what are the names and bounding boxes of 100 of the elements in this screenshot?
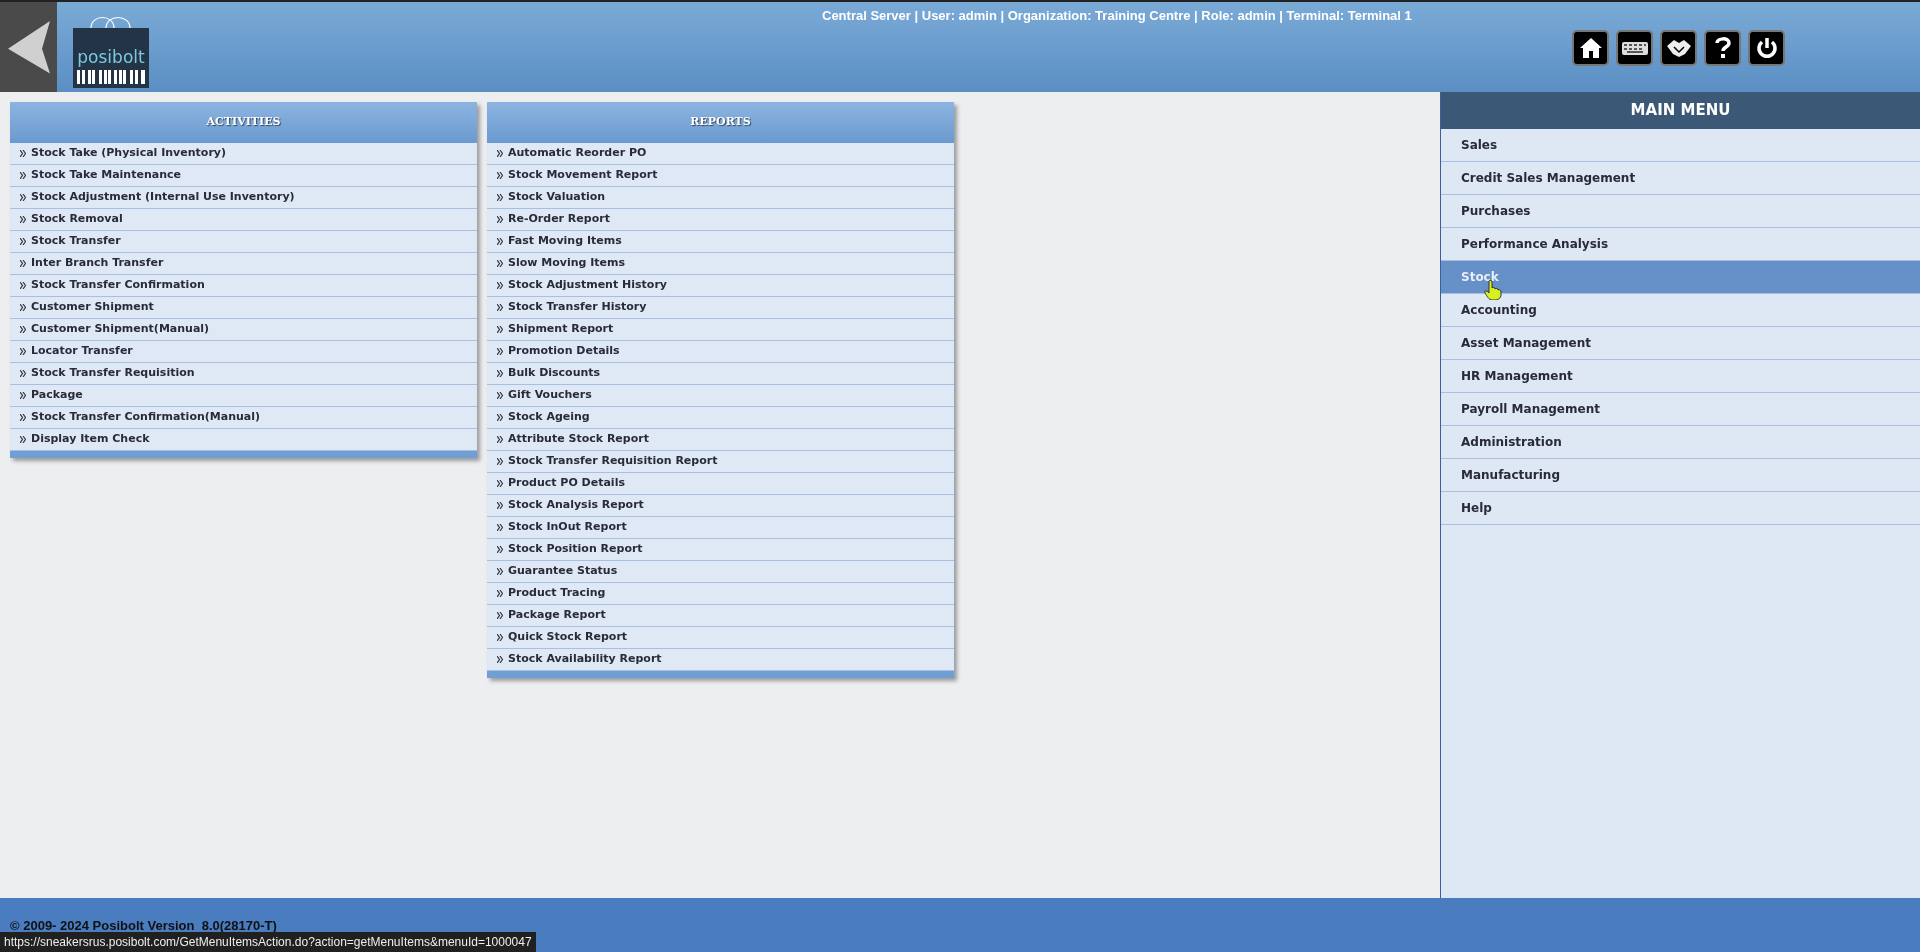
menu-link[interactable]: Display Item Check	[10, 429, 477, 451]
hand-cursor-icon	[1484, 280, 1502, 300]
double-chevron-icon	[497, 656, 503, 663]
double-chevron-icon	[20, 436, 26, 443]
double-chevron-icon	[497, 480, 503, 487]
double-chevron-icon	[497, 436, 503, 443]
double-chevron-icon	[497, 238, 503, 245]
menu-link[interactable]: Stock Transfer History	[487, 297, 954, 319]
double-chevron-icon	[497, 414, 503, 421]
menu-link[interactable]: Stock Removal	[10, 209, 477, 231]
main-menu-item[interactable]: Administration	[1441, 426, 1920, 459]
power-button[interactable]	[1748, 30, 1785, 66]
double-chevron-icon	[497, 282, 503, 289]
main-menu-item[interactable]: Credit Sales Management	[1441, 162, 1920, 195]
status-url-tooltip: https://sneakersrus.posibolt.com/GetMenuItemsAction.do?action=getMenuItems&menuId=1000047	[0, 932, 536, 952]
menu-link[interactable]: Stock Adjustment History	[487, 275, 954, 297]
double-chevron-icon	[497, 524, 503, 531]
menu-link[interactable]: Guarantee Status	[487, 561, 954, 583]
menu-link[interactable]: Stock Take Maintenance	[10, 165, 477, 187]
menu-link[interactable]: Stock Transfer	[10, 231, 477, 253]
double-chevron-icon	[497, 370, 503, 377]
menu-link[interactable]: Slow Moving Items	[487, 253, 954, 275]
double-chevron-icon	[20, 304, 26, 311]
main-menu-item[interactable]: Asset Management	[1441, 327, 1920, 360]
home-button[interactable]	[1572, 30, 1609, 66]
double-chevron-icon	[20, 348, 26, 355]
menu-link[interactable]: Inter Branch Transfer	[10, 253, 477, 275]
menu-link[interactable]: Shipment Report	[487, 319, 954, 341]
session-info: Central Server | User: admin | Organization: Training Centre | Role: admin | Terminal: Terminal 1	[822, 7, 1412, 25]
power-icon	[1754, 36, 1779, 60]
copyright-text: © 2009- 2024 Posibolt Version 8.0(28170-T)	[10, 917, 277, 935]
menu-link[interactable]: Stock Ageing	[487, 407, 954, 429]
menu-link[interactable]: Locator Transfer	[10, 341, 477, 363]
home-icon	[1578, 37, 1603, 59]
double-chevron-icon	[497, 568, 503, 575]
double-chevron-icon	[497, 216, 503, 223]
menu-link[interactable]: Stock Transfer Requisition Report	[487, 451, 954, 473]
double-chevron-icon	[20, 326, 26, 333]
menu-link[interactable]: Quick Stock Report	[487, 627, 954, 649]
menu-link[interactable]: Stock Transfer Confirmation(Manual)	[10, 407, 477, 429]
double-chevron-icon	[497, 392, 503, 399]
double-chevron-icon	[20, 260, 26, 267]
double-chevron-icon	[497, 348, 503, 355]
menu-link[interactable]: Stock Availability Report	[487, 649, 954, 671]
menu-link[interactable]: Gift Vouchers	[487, 385, 954, 407]
double-chevron-icon	[497, 260, 503, 267]
menu-link[interactable]: Customer Shipment(Manual)	[10, 319, 477, 341]
logo-text: posibolt	[77, 49, 145, 66]
double-chevron-icon	[497, 172, 503, 179]
menu-link[interactable]: Product Tracing	[487, 583, 954, 605]
double-chevron-icon	[20, 238, 26, 245]
menu-link[interactable]: Bulk Discounts	[487, 363, 954, 385]
menu-link[interactable]: Stock Valuation	[487, 187, 954, 209]
menu-link[interactable]: Stock Position Report	[487, 539, 954, 561]
menu-link[interactable]: Stock Adjustment (Internal Use Inventory)	[10, 187, 477, 209]
menu-link[interactable]: Package	[10, 385, 477, 407]
menu-link[interactable]: Package Report	[487, 605, 954, 627]
menu-link[interactable]: Stock Transfer Requisition	[10, 363, 477, 385]
double-chevron-icon	[20, 216, 26, 223]
help-icon	[1714, 36, 1731, 60]
main-menu-item[interactable]: Payroll Management	[1441, 393, 1920, 426]
handshake-button[interactable]	[1660, 30, 1697, 66]
menu-link[interactable]: Stock InOut Report	[487, 517, 954, 539]
menu-link[interactable]: Stock Transfer Confirmation	[10, 275, 477, 297]
double-chevron-icon	[20, 172, 26, 179]
menu-link[interactable]: Product PO Details	[487, 473, 954, 495]
double-chevron-icon	[20, 150, 26, 157]
barcode-icon	[77, 70, 145, 84]
main-menu-item[interactable]: Sales	[1441, 129, 1920, 162]
main-menu-item[interactable]: Help	[1441, 492, 1920, 525]
menu-link[interactable]: Re-Order Report	[487, 209, 954, 231]
double-chevron-icon	[497, 458, 503, 465]
menu-link[interactable]: Stock Movement Report	[487, 165, 954, 187]
double-chevron-icon	[497, 150, 503, 157]
double-chevron-icon	[20, 392, 26, 399]
menu-link[interactable]: Fast Moving Items	[487, 231, 954, 253]
double-chevron-icon	[497, 194, 503, 201]
double-chevron-icon	[20, 414, 26, 421]
menu-link[interactable]: Promotion Details	[487, 341, 954, 363]
back-button[interactable]	[0, 2, 57, 92]
double-chevron-icon	[497, 590, 503, 597]
double-chevron-icon	[497, 612, 503, 619]
menu-link[interactable]: Customer Shipment	[10, 297, 477, 319]
double-chevron-icon	[20, 282, 26, 289]
double-chevron-icon	[497, 326, 503, 333]
main-menu-item[interactable]: Purchases	[1441, 195, 1920, 228]
help-button[interactable]	[1704, 30, 1741, 66]
keyboard-button[interactable]	[1616, 30, 1653, 66]
menu-link[interactable]: Stock Take (Physical Inventory)	[10, 143, 477, 165]
main-menu-item[interactable]: Manufacturing	[1441, 459, 1920, 492]
double-chevron-icon	[497, 546, 503, 553]
double-chevron-icon	[20, 370, 26, 377]
main-menu-item[interactable]: Accounting	[1441, 294, 1920, 327]
main-menu-item[interactable]: HR Management	[1441, 360, 1920, 393]
panel-title: REPORTS	[487, 102, 954, 143]
menu-link[interactable]: Automatic Reorder PO	[487, 143, 954, 165]
double-chevron-icon	[497, 502, 503, 509]
menu-link[interactable]: Attribute Stock Report	[487, 429, 954, 451]
menu-link[interactable]: Stock Analysis Report	[487, 495, 954, 517]
main-menu-title: MAIN MENU	[1441, 92, 1920, 129]
